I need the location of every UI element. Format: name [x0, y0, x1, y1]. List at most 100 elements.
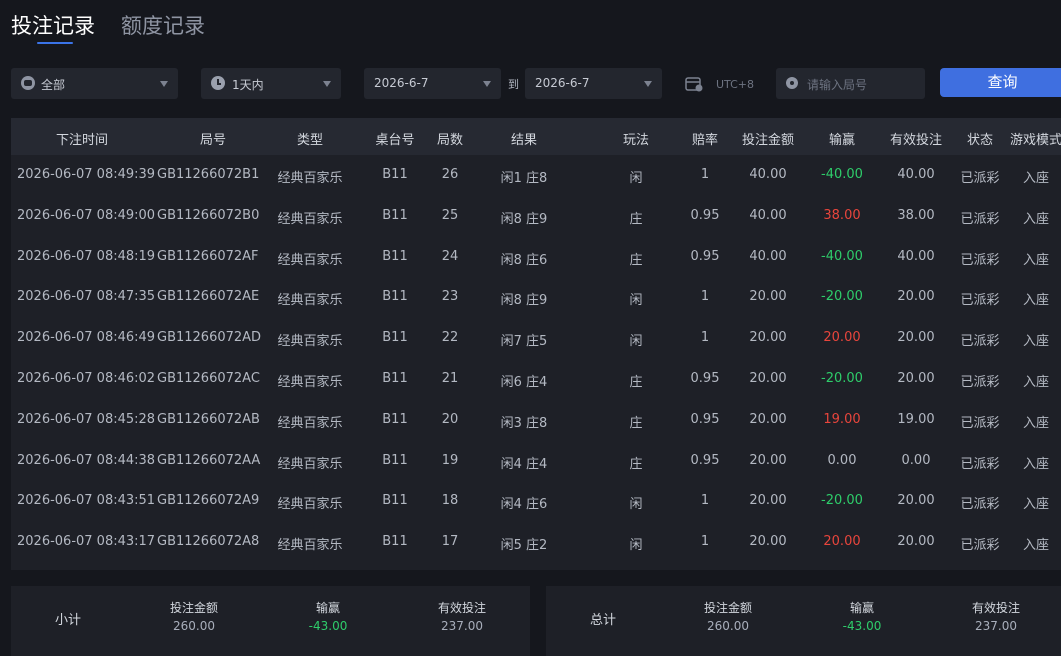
cell-round-id: GB11266072B0 — [157, 207, 260, 223]
cell-result: 闲1 庄8 — [500, 171, 548, 186]
tab-credit-records[interactable]: 额度记录 — [121, 10, 205, 40]
period-select[interactable]: 1天内 — [201, 68, 341, 99]
column-header-game-mode: 游戏模式 — [1009, 133, 1061, 148]
cell-table-no: B11 — [382, 452, 408, 468]
cell-valid-bet: 20.00 — [897, 330, 935, 346]
cell-bet-type: 庄 — [629, 211, 643, 227]
cell-bet-time: 2026-06-07 08:46:02 — [17, 371, 156, 386]
calendar-icon[interactable] — [685, 76, 703, 92]
cell-bet-type: 闲 — [629, 538, 643, 554]
cell-win-loss: 20.00 — [823, 534, 861, 550]
bet-records-table: 下注时间 局号 类型 桌台号 局数 结果 玩法 赔率 投注金额 输赢 有效投注 状态 游戏模式 2026… — [11, 118, 1061, 570]
cell-win-loss: 20.00 — [823, 330, 861, 346]
column-header-win-loss: 输赢 — [828, 133, 856, 148]
cell-bet-type: 庄 — [629, 456, 643, 472]
cell-game-type: 经典百家乐 — [277, 415, 343, 431]
cell-valid-bet: 20.00 — [897, 289, 935, 305]
total-winloss: 输赢 -43.00 — [843, 599, 882, 633]
cell-round-id: GB11266072AA — [157, 452, 261, 468]
table-row[interactable]: 2026-06-07 08:48:19 GB11266072AF 经典百家乐 B11 2… — [11, 237, 1061, 278]
cell-bet-time: 2026-06-07 08:49:39 — [17, 167, 156, 182]
cell-result: 闲7 庄5 — [500, 334, 548, 350]
cell-game-type: 经典百家乐 — [277, 252, 343, 268]
date-from-select[interactable]: 2026-6-7 — [364, 68, 501, 99]
subtotal-bet: 投注金额 260.00 — [170, 599, 218, 633]
chevron-down-icon — [323, 81, 331, 87]
cell-bet-time: 2026-06-07 08:45:28 — [17, 411, 156, 427]
cell-bet-type: 闲 — [629, 334, 643, 350]
cell-win-loss: -20.00 — [821, 493, 863, 509]
table-row[interactable]: 2026-06-07 08:46:49 GB11266072AD 经典百家乐 B11 2… — [11, 318, 1061, 359]
table-row[interactable]: 2026-06-07 08:43:51 GB11266072A9 经典百家乐 B11 1… — [11, 481, 1061, 522]
cell-win-loss: 0.00 — [827, 452, 857, 468]
period-select-value: 1天内 — [232, 78, 264, 92]
total-title: 总计 — [590, 613, 617, 628]
cell-result: 闲3 庄8 — [500, 415, 548, 431]
cell-round-id: GB11266072AD — [157, 330, 262, 346]
scope-select[interactable]: 全部 — [11, 68, 178, 99]
table-row[interactable]: 2026-06-07 08:49:00 GB11266072B0 经典百家乐 B11 2… — [11, 196, 1061, 237]
column-header-result: 结果 — [510, 133, 538, 148]
cell-status: 已派彩 — [960, 415, 1000, 431]
table-row[interactable]: 2026-06-07 08:43:17 GB11266072A8 经典百家乐 B11 1… — [11, 522, 1061, 563]
table-row[interactable]: 2026-06-07 08:47:35 GB11266072AE 经典百家乐 B11 2… — [11, 277, 1061, 318]
cell-round-id: GB11266072AC — [157, 371, 260, 386]
total-valid: 有效投注 237.00 — [972, 599, 1020, 633]
cell-bet-amount: 20.00 — [749, 289, 787, 305]
column-header-valid-bet: 有效投注 — [889, 133, 943, 148]
cell-bet-time: 2026-06-07 08:49:00 — [17, 207, 156, 223]
cell-table-no: B11 — [382, 207, 408, 223]
round-id-field[interactable]: 请输入局号 — [776, 68, 925, 99]
column-header-bet-time: 下注时间 — [55, 133, 109, 148]
table-row[interactable]: 2026-06-07 08:44:38 GB11266072AA 经典百家乐 B11 1… — [11, 441, 1061, 482]
cell-bet-time: 2026-06-07 08:47:35 — [17, 289, 156, 305]
table-header: 下注时间 局号 类型 桌台号 局数 结果 玩法 赔率 投注金额 输赢 有效投注 状态 游戏模式 — [11, 118, 1061, 155]
cell-status: 已派彩 — [960, 456, 1000, 472]
cell-game-mode: 入座 — [1022, 415, 1050, 431]
cell-bet-amount: 20.00 — [749, 411, 787, 427]
cell-game-mode: 入座 — [1022, 334, 1050, 350]
cell-valid-bet: 20.00 — [897, 371, 935, 386]
subtotal-bet-label: 投注金额 — [169, 601, 219, 615]
cell-round-no: 23 — [441, 289, 459, 305]
subtotal-winloss: 输赢 -43.00 — [309, 599, 348, 633]
date-to-value: 2026-6-7 — [535, 76, 590, 90]
cell-odds: 1 — [700, 534, 710, 550]
column-header-round-no: 局数 — [436, 133, 464, 148]
cell-game-type: 经典百家乐 — [277, 211, 343, 227]
cell-bet-amount: 40.00 — [749, 207, 787, 223]
cell-odds: 1 — [700, 493, 710, 509]
column-header-odds: 赔率 — [691, 133, 719, 148]
cell-status: 已派彩 — [960, 497, 1000, 513]
cell-game-type: 经典百家乐 — [277, 497, 343, 513]
query-button[interactable]: 查询 — [940, 68, 1061, 97]
cell-game-mode: 入座 — [1022, 456, 1050, 472]
cell-game-mode: 入座 — [1022, 497, 1050, 513]
cell-round-no: 17 — [441, 534, 459, 550]
table-row[interactable]: 2026-06-07 08:46:02 GB11266072AC 经典百家乐 B11 2… — [11, 359, 1061, 400]
cell-status: 已派彩 — [960, 375, 1000, 390]
cell-odds: 0.95 — [690, 452, 720, 468]
table-row[interactable]: 2026-06-07 08:45:28 GB11266072AB 经典百家乐 B11 2… — [11, 400, 1061, 441]
cell-result: 闲8 庄9 — [500, 293, 548, 309]
cell-valid-bet: 20.00 — [897, 493, 935, 509]
cell-status: 已派彩 — [960, 252, 1000, 268]
subtotal-panel: 小计 投注金额 260.00 输赢 -43.00 有效投注 237.00 — [11, 586, 530, 656]
cell-result: 闲8 庄6 — [500, 252, 548, 268]
cell-odds: 1 — [700, 167, 710, 182]
table-row[interactable]: 2026-06-07 08:49:39 GB11266072B1 经典百家乐 B11 2… — [11, 155, 1061, 196]
subtotal-valid: 有效投注 237.00 — [438, 599, 486, 633]
cell-bet-amount: 20.00 — [749, 330, 787, 346]
cell-valid-bet: 40.00 — [897, 248, 935, 264]
cell-round-id: GB11266072A9 — [157, 493, 260, 509]
cell-bet-time: 2026-06-07 08:43:17 — [17, 534, 156, 550]
cell-game-type: 经典百家乐 — [277, 375, 343, 390]
date-to-select[interactable]: 2026-6-7 — [525, 68, 662, 99]
total-bet-value: 260.00 — [706, 619, 749, 633]
tab-bet-records[interactable]: 投注记录 — [11, 10, 95, 40]
cell-round-id: GB11266072A8 — [157, 534, 260, 550]
cell-odds: 1 — [700, 289, 710, 305]
cell-game-mode: 入座 — [1022, 293, 1050, 309]
cell-table-no: B11 — [382, 289, 408, 305]
cell-win-loss: -20.00 — [821, 371, 863, 386]
